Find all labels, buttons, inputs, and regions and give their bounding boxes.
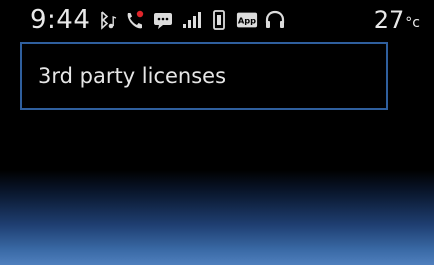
signal-strength-icon [180, 9, 202, 31]
app-icon: App [236, 9, 258, 31]
screen: 9:44 App 27°c 3rd party licenses [0, 0, 434, 265]
app-icon-label: App [238, 16, 256, 26]
menu-item-3rd-party-licenses[interactable]: 3rd party licenses [20, 42, 388, 110]
bluetooth-audio-icon [96, 9, 118, 31]
status-icons: App [96, 9, 286, 31]
temperature-value: 27 [373, 6, 405, 34]
phone-battery-icon [208, 9, 230, 31]
clock-time: 9:44 [30, 5, 91, 35]
status-bar: 9:44 App 27°c [0, 0, 434, 38]
menu-item-label: 3rd party licenses [38, 64, 227, 88]
outside-temperature: 27°c [374, 7, 420, 36]
temperature-unit: °c [405, 15, 420, 31]
headset-icon [264, 9, 286, 31]
message-icon [152, 9, 174, 31]
phone-missed-call-icon [124, 9, 146, 31]
